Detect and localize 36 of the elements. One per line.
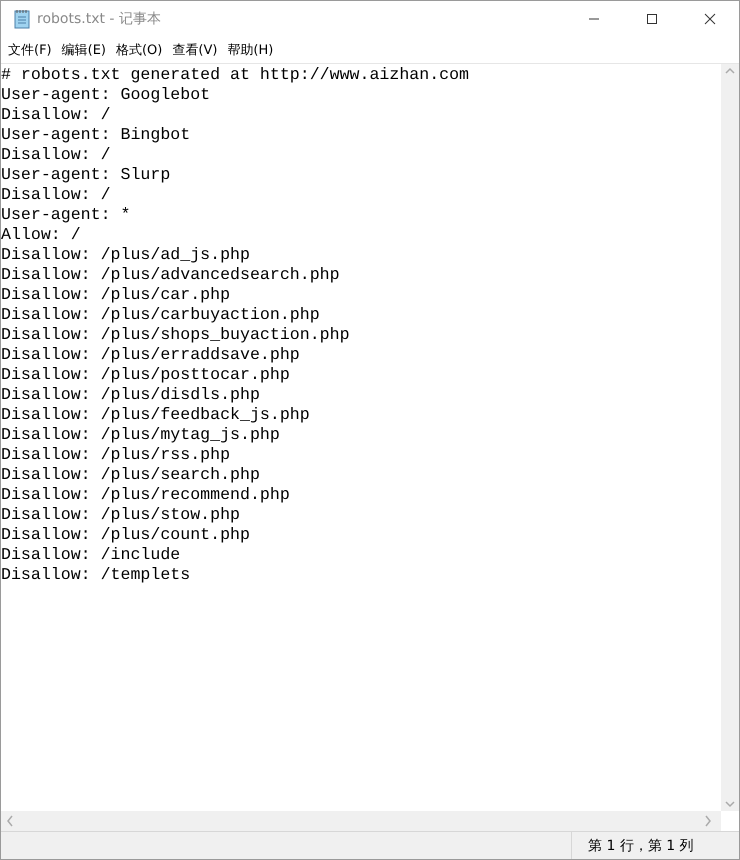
- window-title: robots.txt - 记事本: [37, 10, 162, 28]
- text-line: Disallow: /plus/rss.php: [1, 445, 232, 465]
- text-line: Disallow: /plus/carbuyaction.php: [1, 305, 321, 325]
- text-line: Allow: /: [1, 225, 82, 245]
- close-icon[interactable]: [704, 13, 716, 25]
- text-line: Disallow: /plus/mytag_js.php: [1, 425, 281, 445]
- maximize-icon[interactable]: [646, 13, 658, 25]
- menu-item[interactable]: 查看(V): [167, 39, 222, 61]
- text-line: User-agent: *: [1, 205, 132, 225]
- text-line: Disallow: /plus/posttocar.php: [1, 365, 291, 385]
- notepad-icon: [13, 9, 31, 29]
- text-line: Disallow: /plus/car.php: [1, 285, 232, 305]
- text-line: Disallow: /: [1, 105, 112, 125]
- text-line: Disallow: /plus/erraddsave.php: [1, 345, 301, 365]
- text-line: Disallow: /plus/disdls.php: [1, 385, 261, 405]
- text-line: Disallow: /plus/ad_js.php: [1, 245, 251, 265]
- text-line: Disallow: /plus/search.php: [1, 465, 261, 485]
- text-line: Disallow: /plus/stow.php: [1, 505, 241, 525]
- text-line: Disallow: /include: [1, 545, 182, 565]
- menu-item[interactable]: 格式(O): [110, 39, 168, 61]
- menu-item[interactable]: 帮助(H): [222, 39, 278, 61]
- text-line: Disallow: /: [1, 185, 112, 205]
- text-line: Disallow: /plus/feedback_js.php: [1, 405, 311, 425]
- menu-item[interactable]: 编辑(E): [56, 39, 111, 61]
- text-line: Disallow: /plus/advancedsearch.php: [1, 265, 341, 285]
- text-line: User-agent: Googlebot: [1, 85, 212, 105]
- text-line: Disallow: /templets: [1, 565, 192, 585]
- text-line: Disallow: /plus/count.php: [1, 525, 251, 545]
- text-line: Disallow: /plus/recommend.php: [1, 485, 291, 505]
- text-line: User-agent: Bingbot: [1, 125, 192, 145]
- menu-item[interactable]: 文件(F): [3, 39, 57, 61]
- text-line: # robots.txt generated at http://www.aizhan.com: [1, 65, 470, 85]
- cursor-position: 第 1 行，第 1 列: [571, 832, 739, 859]
- text-line: Disallow: /plus/shops_buyaction.php: [1, 325, 351, 345]
- text-line: Disallow: /: [1, 145, 112, 165]
- text-line: User-agent: Slurp: [1, 165, 172, 185]
